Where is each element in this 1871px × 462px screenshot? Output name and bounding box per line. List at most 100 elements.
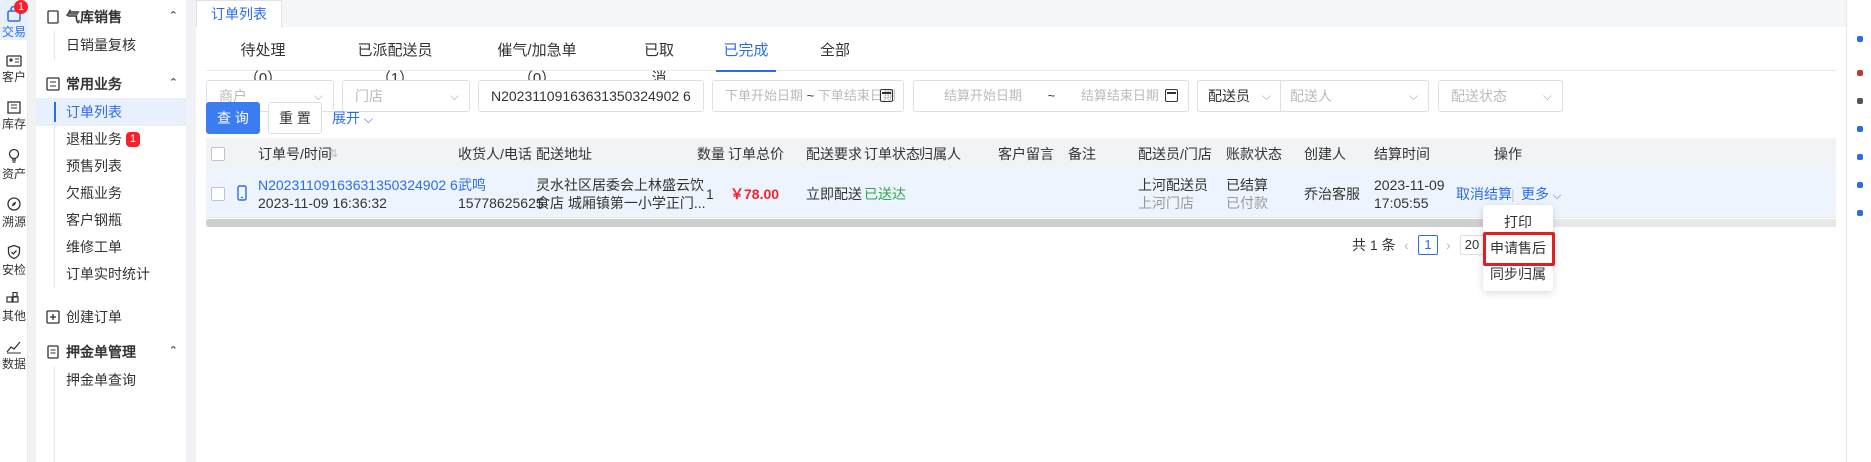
table-header: 订单号/时间 ⇅ 收货人/电话 配送地址 数量 订单总价 配送要求 订单状态 归…	[206, 138, 1836, 170]
order-total: ￥78.00	[730, 186, 780, 202]
address-line: 食店 城厢镇第一小学正门...	[536, 195, 706, 211]
tab-all[interactable]: 全部	[820, 37, 850, 71]
order-number-input[interactable]: N20231109163631350324902 6	[478, 80, 704, 112]
end-date-placeholder: 结算结束日期	[1080, 88, 1159, 103]
rail-item-trace[interactable]: 溯源	[0, 196, 28, 230]
order-number-link[interactable]: N20231109163631350324902 6	[258, 176, 458, 194]
tool-icon[interactable]	[1857, 126, 1863, 132]
deliverer-type-select[interactable]: 配送员	[1208, 81, 1250, 111]
page-tab-order-list[interactable]: 订单列表	[196, 0, 282, 27]
sidebar-item-label: 押金单查询	[66, 372, 136, 388]
main-content: 订单列表 待处理（0） 已派配送员（1） 催气/加急单（0） 已取消 已完成 全…	[196, 0, 1846, 462]
col-message: 客户留言	[998, 146, 1054, 162]
sidebar-item-customer-cylinders[interactable]: 客户钢瓶	[36, 206, 186, 234]
more-dropdown-trigger[interactable]: 更多 ⌵	[1521, 185, 1561, 205]
scrollbar-thumb[interactable]	[206, 219, 1506, 227]
page-size-select[interactable]: 20	[1460, 235, 1484, 255]
phone-icon	[237, 185, 247, 205]
rail-item-inventory[interactable]: 库存	[0, 101, 28, 132]
sidebar-item-label: 欠瓶业务	[66, 185, 122, 201]
payment-status: 已付款	[1226, 195, 1268, 211]
expand-link[interactable]: 展开 ⌵	[332, 102, 373, 135]
sidebar-group-deposit[interactable]: 押金单管理 ⌃	[36, 338, 186, 366]
delivery-status-select[interactable]: 配送状态 ⌵	[1438, 80, 1563, 112]
right-toolbar	[1846, 0, 1871, 462]
bulb-icon	[8, 148, 20, 163]
tab-pending[interactable]: 待处理（0）	[231, 37, 295, 87]
sort-icon[interactable]: ⇅	[329, 138, 338, 170]
tool-icon[interactable]	[1857, 210, 1863, 216]
sidebar-item-return-rental[interactable]: 退租业务 1	[36, 125, 186, 153]
more-label: 更多	[1521, 186, 1549, 202]
plus-square-icon	[46, 310, 60, 324]
rail-item-trade[interactable]: 交易 1	[0, 0, 28, 40]
sidebar-item-repair-orders[interactable]: 维修工单	[36, 233, 186, 261]
tool-icon[interactable]	[1857, 98, 1863, 104]
tool-icon[interactable]	[1857, 36, 1863, 42]
table-row[interactable]: N20231109163631350324902 6 2023-11-09 16…	[206, 170, 1836, 218]
tool-icon[interactable]	[1857, 182, 1863, 188]
expand-label: 展开	[332, 110, 360, 126]
sidebar-item-order-list[interactable]: 订单列表	[36, 98, 186, 126]
chevron-down-icon: ⌵	[363, 112, 373, 126]
col-qty: 数量	[697, 146, 725, 162]
chevron-down-icon: ⌵	[1552, 190, 1562, 202]
col-deliverer: 配送员/门店	[1138, 146, 1212, 162]
address-line: 灵水社区居委会上林盛云饮	[536, 177, 704, 193]
sidebar-item-owed-bottles[interactable]: 欠瓶业务	[36, 179, 186, 207]
page-number-current[interactable]: 1	[1418, 235, 1438, 255]
deliverer-name: 上河配送员	[1138, 177, 1208, 193]
rail-item-inspection[interactable]: 安检	[0, 244, 28, 278]
select-placeholder: 配送状态	[1451, 88, 1507, 104]
settle-date: 2023-11-09	[1374, 177, 1445, 193]
menu-item-sync-owner[interactable]: 同步归属	[1483, 263, 1553, 285]
tool-icon[interactable]	[1857, 154, 1863, 160]
next-page-icon[interactable]: ›	[1446, 234, 1451, 256]
receiver-name-link[interactable]: 武鸣	[458, 176, 486, 194]
row-checkbox[interactable]	[211, 187, 225, 201]
col-address: 配送地址	[536, 146, 592, 162]
divider	[1280, 81, 1281, 111]
reset-button[interactable]: 重 置	[268, 102, 322, 134]
calendar-icon	[880, 89, 893, 102]
select-all-checkbox[interactable]	[211, 147, 225, 161]
rail-item-other[interactable]: 其他	[0, 292, 28, 324]
rail-item-customer[interactable]: 客户	[0, 55, 28, 85]
compass-icon	[7, 197, 21, 211]
sidebar-item-realtime-stats[interactable]: 订单实时统计	[36, 260, 186, 288]
prev-page-icon[interactable]: ‹	[1404, 234, 1409, 256]
rail-label: 资产	[1, 167, 26, 181]
sidebar-create-order[interactable]: 创建订单	[36, 303, 186, 331]
id-card-icon	[6, 55, 22, 67]
col-owner: 归属人	[919, 146, 961, 162]
deliverer-select[interactable]: 配送人	[1290, 81, 1332, 111]
inventory-icon	[7, 101, 21, 114]
tab-cancelled[interactable]: 已取消	[639, 37, 679, 87]
account-status: 已结算	[1226, 177, 1268, 193]
rail-label: 客户	[1, 70, 26, 84]
tab-urgent[interactable]: 催气/加急单（0）	[492, 37, 582, 87]
cancel-settlement-link[interactable]: 取消结算	[1456, 185, 1512, 203]
order-date-range[interactable]: 下单开始日期 ~ 下单结束日期	[712, 80, 904, 112]
sidebar-item-daily-review[interactable]: 日销量复核	[36, 31, 186, 59]
sidebar-item-label: 订单列表	[66, 104, 122, 120]
tool-icon[interactable]	[1857, 70, 1863, 76]
query-button[interactable]: 查 询	[206, 102, 260, 134]
sidebar-group-gas-sales[interactable]: 气库销售 ⌃	[36, 3, 186, 31]
chevron-up-icon: ⌃	[168, 77, 178, 89]
rail-item-assets[interactable]: 资产	[0, 148, 28, 182]
horizontal-scrollbar[interactable]	[206, 219, 1836, 227]
sidebar-item-presale[interactable]: 预售列表	[36, 152, 186, 180]
tab-completed[interactable]: 已完成	[716, 37, 776, 72]
settle-date-range[interactable]: 结算开始日期 ~ 结算结束日期	[913, 80, 1189, 112]
rail-item-data[interactable]: 数据	[0, 340, 28, 372]
sidebar-item-deposit-query[interactable]: 押金单查询	[36, 366, 186, 394]
rail-label: 库存	[1, 117, 26, 131]
start-date-placeholder: 下单开始日期	[725, 88, 804, 103]
tab-dispatched[interactable]: 已派配送员（1）	[350, 37, 440, 87]
sidebar-group-common[interactable]: 常用业务 ⌃	[36, 70, 186, 98]
menu-item-print[interactable]: 打印	[1483, 211, 1553, 233]
rail-label: 交易	[1, 25, 26, 39]
range-separator: ~	[1047, 88, 1056, 103]
sidebar-group-label: 押金单管理	[66, 344, 136, 360]
